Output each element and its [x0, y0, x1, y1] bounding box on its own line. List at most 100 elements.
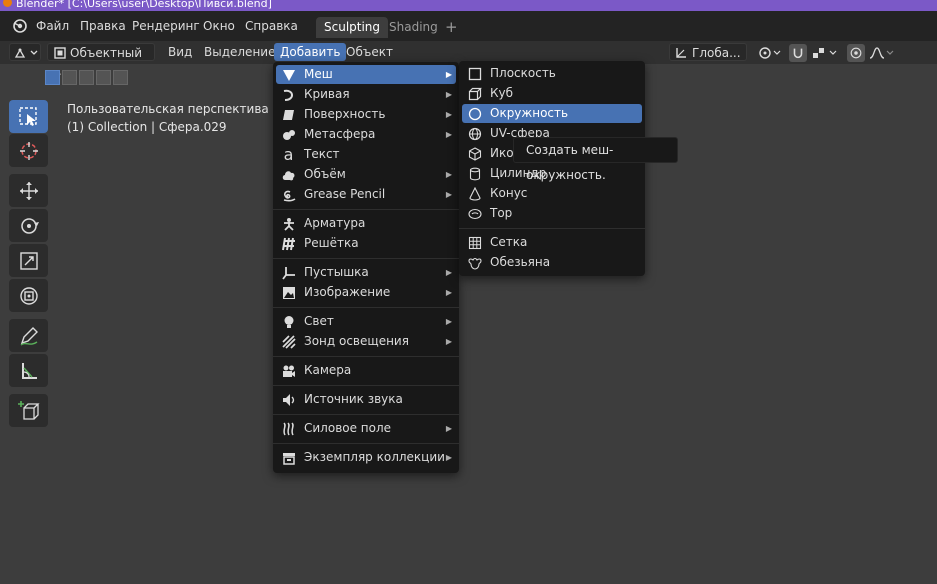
select-new-icon[interactable] [45, 70, 60, 85]
add-menu-item-text[interactable]: a Текст [276, 145, 456, 164]
select-intersect-icon[interactable] [113, 70, 128, 85]
collection-label: (1) Collection | Сфера.029 [67, 120, 227, 134]
falloff-dropdown[interactable] [868, 44, 896, 62]
select-invert-icon[interactable] [96, 70, 111, 85]
add-menu-item-collection-instance[interactable]: Экземпляр коллекции ▶ [276, 448, 456, 467]
submenu-arrow-icon: ▶ [445, 70, 452, 79]
monkey-icon [467, 255, 482, 270]
add-menu-item-image[interactable]: Изображение ▶ [276, 283, 456, 302]
add-menu-item-grease-pencil[interactable]: Grease Pencil ▶ [276, 185, 456, 204]
submenu-arrow-icon: ▶ [445, 268, 452, 277]
add-menu-item-label: Зонд освещения [304, 334, 409, 348]
mesh-item-grid[interactable]: Сетка [462, 233, 642, 252]
add-menu-item-metaball[interactable]: Метасфера ▶ [276, 125, 456, 144]
add-menu-item-armature[interactable]: Арматура [276, 214, 456, 233]
cursor-icon [19, 141, 38, 160]
add-cube-tool[interactable] [9, 394, 48, 427]
move-tool[interactable] [9, 174, 48, 207]
mesh-item-plane[interactable]: Плоскость [462, 64, 642, 83]
header-menu-object[interactable]: Объект [346, 43, 393, 61]
mode-dropdown[interactable]: Объектный ... [47, 43, 155, 78]
grease-pencil-icon [281, 187, 296, 202]
editor-menu-icon[interactable] [12, 18, 28, 34]
proportional-editing-icon[interactable] [847, 44, 865, 62]
menu-separator [273, 209, 459, 210]
header-menu-select[interactable]: Выделение [204, 43, 275, 61]
add-menu-item-curve[interactable]: Кривая ▶ [276, 85, 456, 104]
grid-icon [467, 235, 482, 250]
transform-tool[interactable] [9, 279, 48, 312]
scale-tool[interactable] [9, 244, 48, 277]
menu-separator [273, 307, 459, 308]
mesh-item-torus[interactable]: Тор [462, 204, 642, 223]
select-subtract-icon[interactable] [79, 70, 94, 85]
menu-render[interactable]: Рендеринг [132, 11, 200, 41]
add-menu-item-label: Экземпляр коллекции [304, 450, 445, 464]
annotate-tool[interactable] [9, 319, 48, 352]
tooltip: Создать меш-окружность. [513, 137, 678, 182]
add-menu-item-label: Свет [304, 314, 334, 328]
mesh-item-monkey[interactable]: Обезьяна [462, 253, 642, 272]
measure-tool[interactable] [9, 354, 48, 387]
curve-icon [281, 87, 296, 102]
transform-icon [19, 286, 38, 305]
menu-file[interactable]: Файл [36, 11, 69, 41]
add-menu-item-light-probe[interactable]: Зонд освещения ▶ [276, 332, 456, 351]
plane-icon [467, 66, 482, 81]
tab-sculpting[interactable]: Sculpting [316, 17, 389, 38]
rotate-tool[interactable] [9, 209, 48, 242]
select-box-icon [18, 106, 37, 126]
menu-separator [273, 385, 459, 386]
add-menu-item-force-field[interactable]: Силовое поле ▶ [276, 419, 456, 438]
mesh-icon [281, 67, 296, 82]
add-menu-item-mesh[interactable]: Меш ▶ [276, 65, 456, 84]
camera-icon [281, 363, 296, 378]
transform-orientation-dropdown[interactable]: Глоба... [669, 43, 747, 61]
force-field-icon [281, 421, 296, 436]
measure-ruler-icon [21, 362, 37, 379]
header-menu-view[interactable]: Вид [168, 43, 192, 61]
move-icon [19, 181, 38, 200]
viewport-info: Пользовательская перспектива (1) Collect… [67, 100, 269, 136]
top-bar: Файл Правка Рендеринг Окно Справка Sculp… [0, 11, 937, 41]
text-icon: a [283, 145, 294, 164]
add-menu-item-camera[interactable]: Камера [276, 361, 456, 380]
select-extend-icon[interactable] [62, 70, 77, 85]
add-menu-item-label: Меш [304, 67, 333, 81]
snap-toggle-icon[interactable] [789, 44, 807, 62]
transform-orientation-label: Глоба... [692, 46, 741, 60]
add-menu-item-volume[interactable]: Объём ▶ [276, 165, 456, 184]
scale-icon [19, 251, 38, 270]
mesh-item-label: Сетка [490, 235, 528, 249]
menu-edit[interactable]: Правка [80, 11, 126, 41]
add-workspace-button[interactable]: + [437, 17, 466, 38]
select-box-tool[interactable] [9, 100, 48, 133]
uv-sphere-icon [467, 126, 482, 141]
add-menu-item-label: Камера [304, 363, 352, 377]
menu-separator [459, 228, 645, 229]
collection-instance-icon [281, 450, 296, 465]
menu-separator [273, 414, 459, 415]
ico-sphere-icon [467, 146, 482, 161]
add-menu-item-label: Источник звука [304, 392, 403, 406]
add-menu-item-label: Изображение [304, 285, 391, 299]
mesh-item-cube[interactable]: Куб [462, 84, 642, 103]
add-menu-item-lattice[interactable]: Решётка [276, 234, 456, 253]
add-menu-item-light[interactable]: Свет ▶ [276, 312, 456, 331]
perspective-label: Пользовательская перспектива [67, 102, 269, 116]
menu-separator [273, 356, 459, 357]
add-menu-item-surface[interactable]: Поверхность ▶ [276, 105, 456, 124]
add-menu-item-speaker[interactable]: Источник звука [276, 390, 456, 409]
mesh-item-circle[interactable]: Окружность [462, 104, 642, 123]
menu-window[interactable]: Окно [203, 11, 235, 41]
header-menu-add[interactable]: Добавить [274, 43, 347, 61]
mesh-item-label: Тор [490, 206, 513, 220]
editor-type-dropdown[interactable] [9, 43, 41, 61]
add-menu-item-empty[interactable]: Пустышка ▶ [276, 263, 456, 282]
menu-help[interactable]: Справка [245, 11, 298, 41]
pivot-point-dropdown[interactable] [757, 44, 783, 62]
cursor-tool[interactable] [9, 134, 48, 167]
light-probe-icon [281, 334, 296, 349]
circle-icon [467, 106, 482, 121]
snap-target-dropdown[interactable] [810, 44, 840, 62]
